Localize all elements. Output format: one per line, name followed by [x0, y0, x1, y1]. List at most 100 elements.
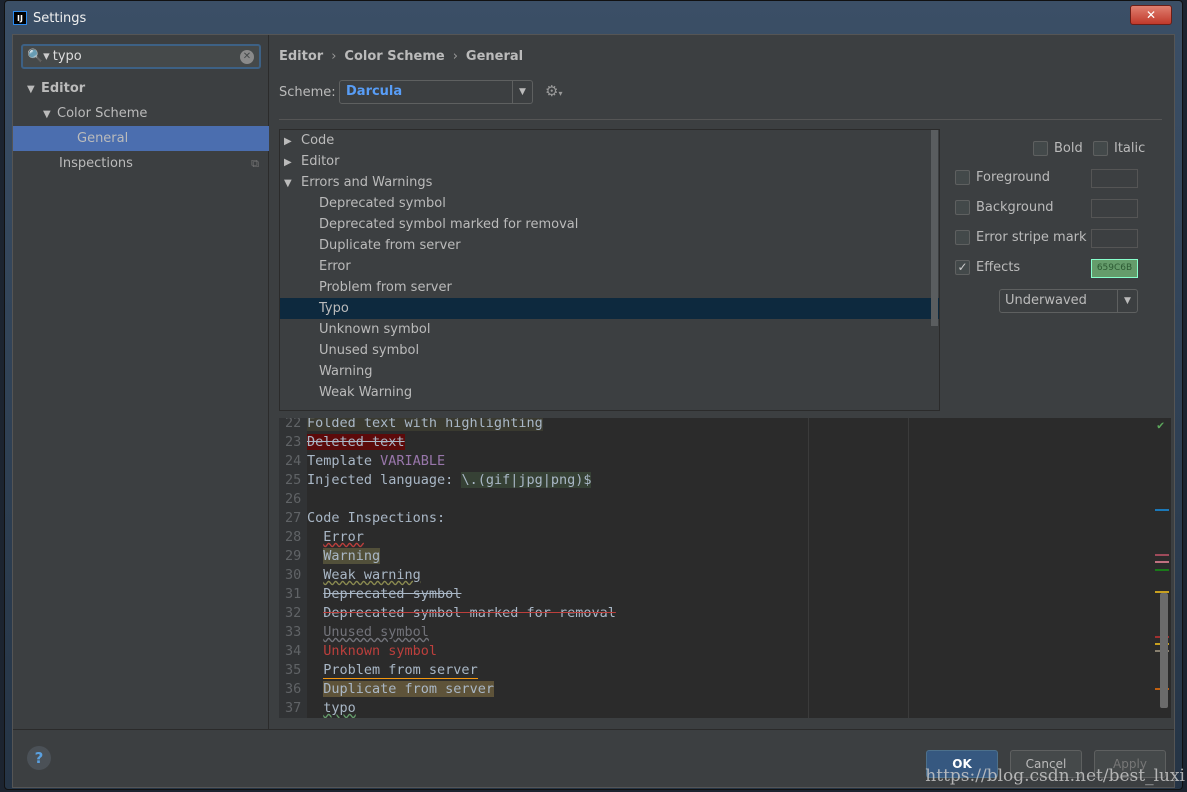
breadcrumb-item: General	[465, 49, 524, 64]
preview-line: 36 Duplicate from server	[279, 680, 494, 699]
effects-label: Effects	[976, 260, 1021, 275]
tree-item[interactable]: Weak Warning	[280, 382, 939, 403]
tree-item[interactable]: ▶ Editor	[280, 151, 939, 172]
tree-item[interactable]: Unknown symbol	[280, 319, 939, 340]
preview-line: 26	[279, 490, 307, 509]
indent-guide	[808, 418, 809, 718]
clear-search-icon[interactable]: ✕	[240, 50, 254, 64]
search-value: typo	[52, 49, 82, 64]
collapse-arrow-icon[interactable]: ▼	[284, 173, 301, 194]
sidebar-item[interactable]: ▼ Color Scheme	[13, 101, 269, 126]
tree-item[interactable]: Typo	[280, 298, 939, 319]
sidebar-item-label: General	[77, 131, 129, 146]
foreground-label: Foreground	[976, 170, 1051, 185]
stripe-mark[interactable]	[1155, 509, 1169, 511]
chevron-down-icon: ▼	[512, 81, 532, 103]
line-number: 26	[285, 491, 302, 507]
stripe-mark[interactable]	[1155, 554, 1169, 556]
code-token: Unused symbol	[323, 624, 429, 640]
sidebar-item[interactable]: ▼ Editor	[13, 76, 269, 101]
code-token: Weak warning	[323, 567, 421, 583]
tree-item[interactable]: ▼ Errors and Warnings	[280, 172, 939, 193]
tree-item-label: Weak Warning	[319, 385, 413, 400]
tree-item[interactable]: Deprecated symbol	[280, 193, 939, 214]
effects-checkbox[interactable]: ✓ Effects	[955, 260, 1020, 275]
help-button[interactable]: ?	[27, 746, 51, 770]
search-input[interactable]: 🔍▾ typo ✕	[21, 44, 261, 69]
tree-scrollbar[interactable]	[931, 130, 938, 326]
bold-checkbox[interactable]: Bold	[1033, 141, 1083, 156]
inspection-ok-icon: ✔	[1157, 418, 1165, 432]
stripe-mark[interactable]	[1155, 569, 1169, 571]
breadcrumb: Editor › Color Scheme › General	[279, 49, 524, 64]
close-button[interactable]: ✕	[1130, 5, 1172, 25]
preview-line: 31 Deprecated symbol	[279, 585, 461, 604]
preview-line: 23 Deleted text	[279, 433, 405, 452]
effect-type-dropdown[interactable]: Underwaved ▼	[999, 289, 1138, 313]
tree-item[interactable]: Error	[280, 256, 939, 277]
code-token: Warning	[323, 548, 381, 564]
breadcrumb-item: Editor	[279, 49, 324, 64]
watermark: https://blog.csdn.net/best_luxi	[925, 766, 1185, 786]
bold-label: Bold	[1054, 141, 1083, 156]
preview-line: 22 Folded text with highlighting	[279, 418, 543, 433]
italic-label: Italic	[1114, 141, 1146, 156]
expand-arrow-icon[interactable]: ▼	[43, 102, 57, 127]
code-token: Deprecated symbol	[323, 586, 462, 602]
sidebar-item-label: Inspections	[59, 156, 133, 171]
background-checkbox[interactable]: Background	[955, 200, 1054, 215]
stripe-mark[interactable]	[1155, 561, 1169, 563]
divider	[279, 119, 1162, 120]
preview-editor[interactable]: 22 Folded text with highlighting 23 Deleted…	[279, 418, 1171, 718]
line-number: 25	[285, 472, 302, 488]
error-stripe-label: Error stripe mark	[976, 230, 1087, 245]
expand-arrow-icon[interactable]: ▼	[27, 77, 41, 102]
background-color-swatch[interactable]	[1091, 199, 1138, 218]
expand-arrow-icon[interactable]: ▶	[284, 131, 301, 152]
italic-checkbox[interactable]: Italic	[1093, 141, 1145, 156]
tree-item[interactable]: Duplicate from server	[280, 235, 939, 256]
code-token: Problem from server	[323, 662, 478, 679]
preview-line: 37 typo	[279, 699, 356, 718]
search-icon: 🔍▾	[27, 49, 50, 64]
error-stripe-color-swatch[interactable]	[1091, 229, 1138, 248]
tree-item-label: Unused symbol	[319, 343, 420, 358]
editor-scrollbar[interactable]	[1160, 593, 1168, 708]
gear-icon[interactable]: ⚙▾	[545, 82, 562, 100]
line-number: 30	[285, 567, 302, 583]
preview-line: 25 Injected language: \.(gif|jpg|png)$	[279, 471, 592, 490]
line-number: 36	[285, 681, 302, 697]
tree-item[interactable]: Warning	[280, 361, 939, 382]
line-number: 33	[285, 624, 302, 640]
preview-line: 30 Weak warning	[279, 566, 421, 585]
code-token: Deprecated symbol marked for removal	[323, 605, 616, 621]
tree-item[interactable]: ▶ Code	[280, 130, 939, 151]
line-number: 22	[285, 418, 302, 431]
effect-type-value: Underwaved	[1005, 293, 1087, 308]
line-number: 28	[285, 529, 302, 545]
checkmark-icon: ✓	[955, 260, 970, 275]
breadcrumb-item: Color Scheme	[344, 49, 445, 64]
effects-color-swatch[interactable]: 659C6B	[1091, 259, 1138, 278]
sidebar-item[interactable]: General	[13, 126, 269, 151]
tree-item[interactable]: Unused symbol	[280, 340, 939, 361]
preview-line: 32 Deprecated symbol marked for removal	[279, 604, 616, 623]
expand-arrow-icon[interactable]: ▶	[284, 152, 301, 173]
scheme-dropdown[interactable]: Darcula ▼	[339, 80, 533, 104]
sidebar-item[interactable]: Inspections ⧉	[13, 151, 269, 176]
foreground-color-swatch[interactable]	[1091, 169, 1138, 188]
tree-item[interactable]: Deprecated symbol marked for removal	[280, 214, 939, 235]
settings-window: IJ Settings ✕ 🔍▾ typo ✕ ▼ Editor ▼ Color Sc…	[4, 0, 1183, 790]
tree-item-label: Warning	[319, 364, 373, 379]
settings-content: Editor › Color Scheme › General Scheme: Darc…	[279, 35, 1174, 729]
foreground-checkbox[interactable]: Foreground	[955, 170, 1050, 185]
chevron-down-icon: ▼	[1117, 290, 1137, 312]
error-stripe-checkbox[interactable]: Error stripe mark	[955, 230, 1087, 245]
code-token: \.(gif|jpg|png)$	[461, 472, 592, 488]
tree-item[interactable]: Problem from server	[280, 277, 939, 298]
title-bar: IJ Settings	[5, 1, 1182, 35]
code-token: typo	[323, 700, 356, 716]
